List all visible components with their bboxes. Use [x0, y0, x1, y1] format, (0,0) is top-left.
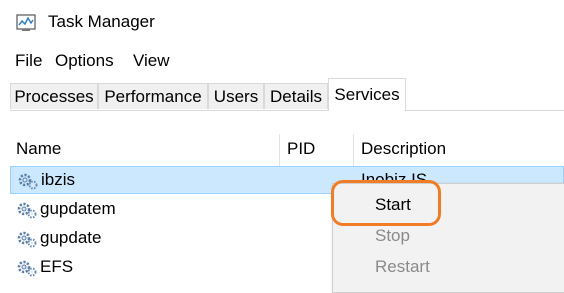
tab-users[interactable]: Users — [208, 83, 264, 109]
tab-services[interactable]: Services — [328, 78, 406, 111]
service-gear-icon — [16, 258, 38, 278]
service-name: gupdatem — [40, 199, 116, 218]
tab-strip: Processes Performance Users Details Serv… — [0, 78, 564, 114]
context-menu-stop[interactable]: Stop — [375, 226, 410, 246]
menu-file[interactable]: File — [15, 51, 42, 71]
menu-options[interactable]: Options — [55, 51, 114, 71]
column-header-pid[interactable]: PID — [287, 139, 315, 165]
column-separator[interactable] — [353, 134, 354, 166]
task-manager-icon — [16, 14, 36, 32]
service-name: gupdate — [40, 228, 102, 247]
window-title: Task Manager — [48, 12, 155, 31]
context-menu-restart[interactable]: Restart — [375, 257, 430, 277]
annotation-highlight — [331, 180, 441, 226]
column-header-description[interactable]: Description — [361, 139, 446, 165]
tab-details[interactable]: Details — [264, 83, 328, 109]
service-gear-icon — [16, 200, 38, 220]
menu-bar: File Options View — [0, 44, 564, 78]
service-name: EFS — [40, 257, 74, 276]
service-name: ibzis — [41, 170, 76, 189]
column-header-name[interactable]: Name — [16, 139, 61, 165]
service-gear-icon — [16, 229, 38, 249]
tab-processes[interactable]: Processes — [10, 83, 98, 109]
title-bar: Task Manager — [0, 0, 564, 44]
column-separator[interactable] — [279, 134, 280, 166]
tab-performance[interactable]: Performance — [98, 83, 208, 109]
service-gear-icon — [17, 171, 39, 191]
menu-view[interactable]: View — [133, 51, 170, 71]
